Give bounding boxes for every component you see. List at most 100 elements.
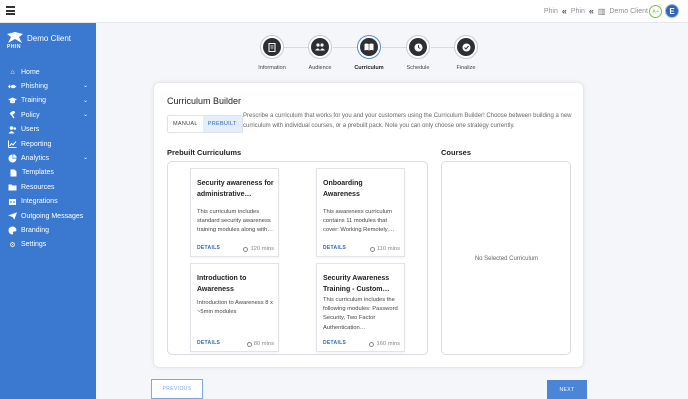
palette-icon (8, 226, 17, 235)
building-icon: ▥ (597, 6, 606, 16)
sidebar-item-label: Integrations (21, 198, 58, 206)
prebuilt-heading: Prebuilt Curriculums (167, 148, 242, 157)
sidebar-item-reporting[interactable]: Reporting (0, 137, 96, 151)
users-icon (8, 125, 17, 134)
sidebar: PHIN Demo Client ⌂ Home Phishing ⌄ Train… (0, 23, 96, 399)
step-label: Schedule (406, 65, 430, 71)
curriculum-card[interactable]: Security awareness for administrative… T… (190, 168, 279, 257)
client-name: Demo Client (27, 34, 72, 43)
sidebar-item-label: Training (21, 97, 47, 105)
book-icon (360, 38, 378, 56)
hamburger-icon[interactable] (6, 6, 15, 15)
pie-chart-icon (8, 154, 17, 163)
duration-label: 120 mins (250, 246, 274, 252)
chevron-down-icon: ⌄ (82, 83, 88, 90)
chevron-down-icon: ⌄ (82, 97, 88, 104)
folder-icon (8, 183, 17, 192)
top-bar: Phin « Phin « ▥ Demo Client A+ E (0, 0, 688, 23)
details-link[interactable]: DETAILS (197, 340, 220, 346)
duration-label: 110 mins (376, 246, 400, 252)
step-circle (406, 35, 430, 59)
sidebar-item-home[interactable]: ⌂ Home (0, 65, 96, 79)
step-circle (308, 35, 332, 59)
fish-icon (8, 82, 17, 91)
sidebar-item-users[interactable]: Users (0, 123, 96, 137)
check-icon (457, 38, 475, 56)
home-icon: ⌂ (10, 68, 15, 76)
step-circle (260, 35, 284, 59)
next-button[interactable]: NEXT (547, 380, 587, 399)
curriculum-card[interactable]: Onboarding Awareness This awareness curr… (316, 168, 405, 257)
step-information[interactable]: Information (247, 35, 297, 71)
prebuilt-curriculum-list[interactable]: Security awareness for administrative… T… (167, 161, 428, 355)
sidebar-item-settings[interactable]: ⚙ Settings (0, 238, 96, 252)
curriculum-description: This awareness curriculum contains 11 mo… (323, 209, 395, 234)
file-icon (9, 168, 18, 177)
curriculum-title: Security awareness for administrative… (197, 180, 274, 198)
sidebar-item-branding[interactable]: Branding (0, 223, 96, 237)
sidebar-item-label: Templates (22, 169, 54, 177)
curriculum-description: Introduction to Awareness 8 x ~5min modu… (197, 300, 273, 316)
sidebar-item-label: Policy (21, 111, 40, 119)
sidebar-item-label: Users (21, 126, 40, 134)
step-label: Finalize (456, 65, 476, 71)
chevrons-left-icon: « (561, 6, 567, 16)
breadcrumb-item[interactable]: Demo Client (609, 8, 648, 15)
sidebar-item-analytics[interactable]: Analytics ⌄ (0, 151, 96, 165)
duration: 80 mins (246, 341, 274, 347)
sidebar-item-label: Outgoing Messages (21, 212, 84, 220)
curriculum-card[interactable]: Introduction to Awareness Introduction t… (190, 263, 279, 352)
status-badge[interactable]: A+ (649, 5, 662, 18)
chevrons-left-icon: « (588, 6, 594, 16)
step-schedule[interactable]: Schedule (393, 35, 443, 71)
duration: 110 mins (369, 246, 400, 252)
gavel-icon (8, 111, 17, 120)
sidebar-item-policy[interactable]: Policy ⌄ (0, 108, 96, 122)
curriculum-card[interactable]: Security Awareness Training - Custom… Th… (316, 263, 405, 352)
brand[interactable]: PHIN Demo Client (6, 31, 92, 53)
builder-description: Prescribe a curriculum that works for yo… (243, 113, 572, 129)
curriculum-builder-card: Curriculum Builder MANUAL PREBUILT Presc… (153, 82, 584, 368)
sidebar-item-label: Phishing (21, 83, 48, 91)
graduation-cap-icon (8, 96, 17, 105)
sidebar-item-label: Branding (21, 226, 50, 234)
sidebar-item-resources[interactable]: Resources (0, 180, 96, 194)
chevron-down-icon: ⌄ (82, 155, 88, 162)
step-label: Curriculum (354, 65, 384, 71)
curriculum-title: Onboarding Awareness (323, 180, 363, 198)
sidebar-item-phishing[interactable]: Phishing ⌄ (0, 79, 96, 93)
courses-heading: Courses (441, 148, 472, 157)
clock-icon (243, 246, 249, 252)
details-link[interactable]: DETAILS (323, 340, 346, 346)
details-link[interactable]: DETAILS (197, 245, 220, 251)
step-circle (357, 35, 381, 59)
tab-manual[interactable]: MANUAL (168, 116, 203, 132)
sidebar-item-templates[interactable]: Templates (0, 166, 96, 180)
duration-label: 160 mins (376, 341, 400, 347)
clock-icon (369, 246, 375, 252)
previous-button[interactable]: PREVIOUS (151, 379, 203, 399)
mode-toggle: MANUAL PREBUILT (167, 115, 243, 133)
duration: 160 mins (369, 341, 400, 347)
plug-icon (8, 197, 17, 206)
breadcrumb-item[interactable]: Phin (544, 8, 558, 15)
tab-prebuilt[interactable]: PREBUILT (202, 116, 242, 132)
sidebar-item-outgoing-messages[interactable]: Outgoing Messages (0, 209, 96, 223)
step-label: Information (258, 65, 286, 71)
clock-icon (369, 341, 375, 347)
avatar[interactable]: E (665, 4, 679, 18)
step-label: Audience (308, 65, 332, 71)
card-title: Curriculum Builder (167, 96, 242, 106)
document-icon (263, 38, 281, 56)
curriculum-title: Introduction to Awareness (197, 275, 247, 293)
sidebar-item-integrations[interactable]: Integrations (0, 195, 96, 209)
breadcrumb-item[interactable]: Phin (571, 8, 585, 15)
step-curriculum[interactable]: Curriculum (344, 35, 394, 71)
empty-courses-message: No Selected Curriculum (474, 256, 539, 262)
courses-panel: No Selected Curriculum (441, 161, 571, 355)
details-link[interactable]: DETAILS (323, 245, 346, 251)
sidebar-item-training[interactable]: Training ⌄ (0, 94, 96, 108)
step-audience[interactable]: Audience (295, 35, 345, 71)
step-finalize[interactable]: Finalize (441, 35, 491, 71)
users-icon (311, 38, 329, 56)
